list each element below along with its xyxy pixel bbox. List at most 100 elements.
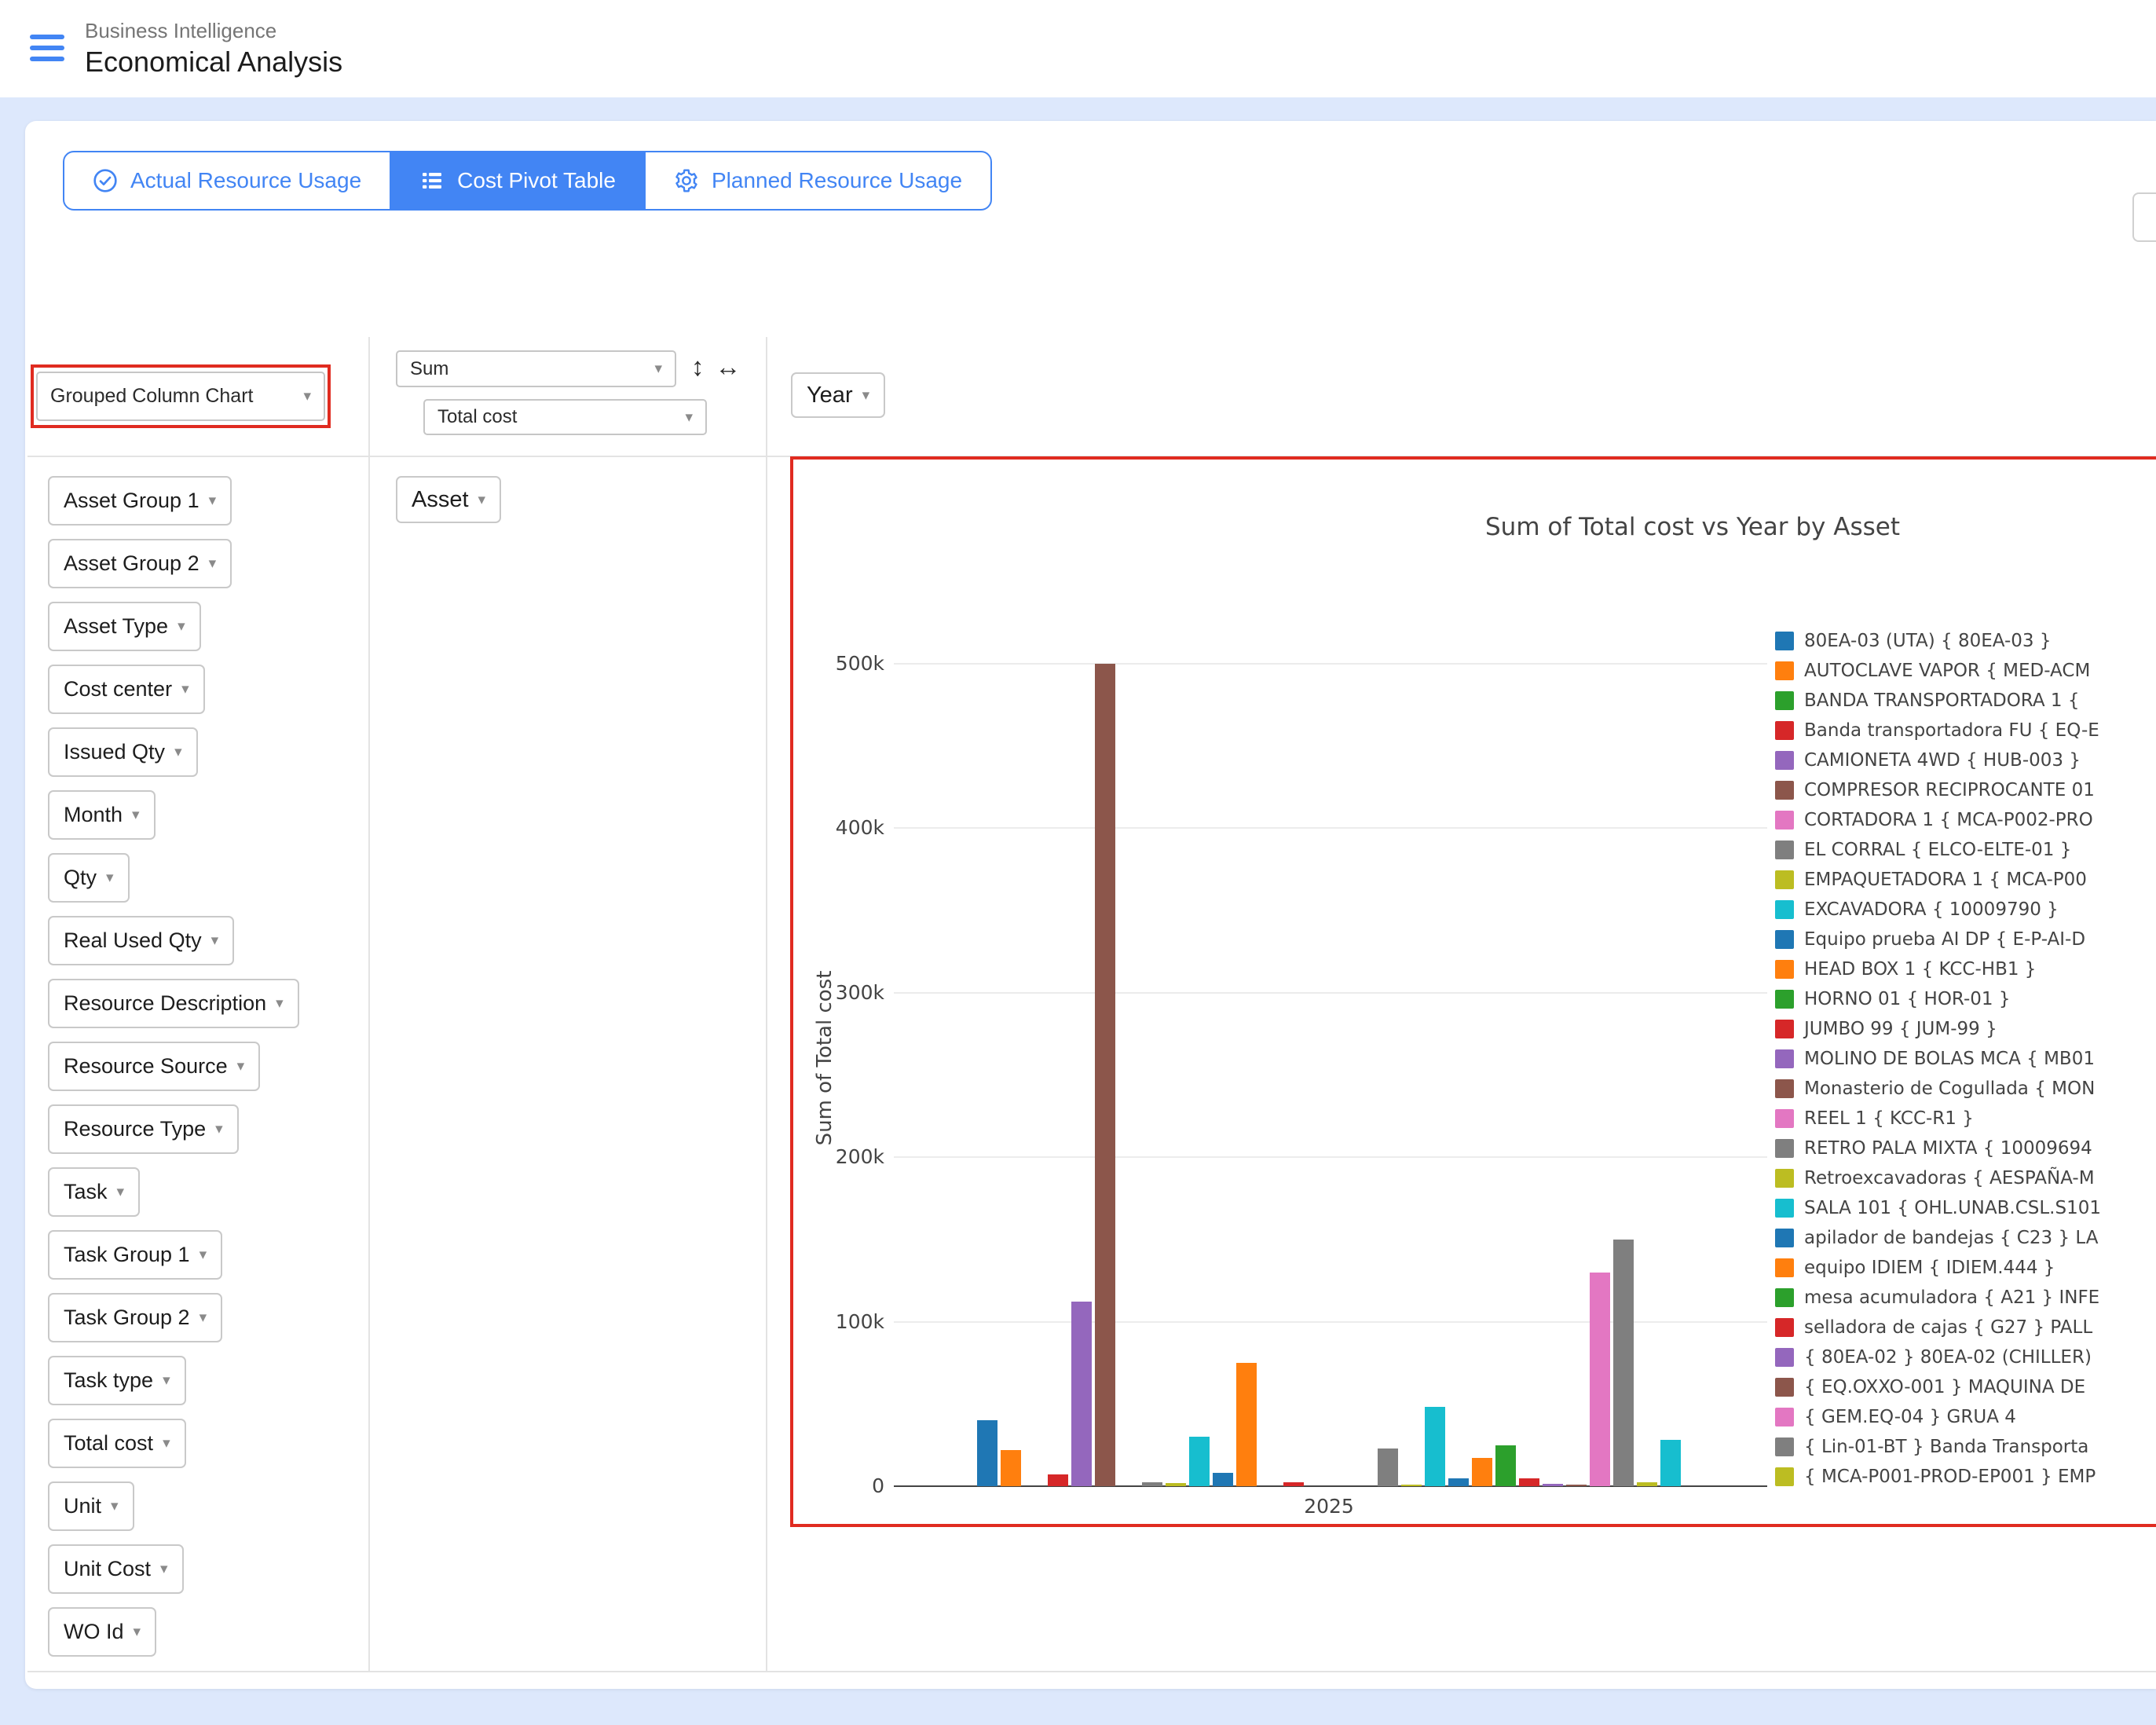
field-chip-resource-source[interactable]: Resource Source▾ (48, 1042, 260, 1091)
bar (1425, 1407, 1445, 1486)
legend-item[interactable]: { GEM.EQ-04 } GRUA 4 (1775, 1402, 2156, 1432)
bar (1637, 1482, 1657, 1486)
legend-item[interactable]: MOLINO DE BOLAS MCA { MB01 (1775, 1044, 2156, 1074)
field-chip-total-cost[interactable]: Total cost▾ (48, 1419, 186, 1468)
field-chip-issued-qty[interactable]: Issued Qty▾ (48, 727, 198, 777)
legend-item[interactable]: Retroexcavadoras { AESPAÑA-M (1775, 1163, 2156, 1193)
field-chip-label: Unit (64, 1494, 101, 1518)
field-chip-asset-group-1[interactable]: Asset Group 1▾ (48, 476, 232, 526)
field-chip-label: Resource Type (64, 1117, 206, 1141)
field-chip-label: WO Id (64, 1620, 124, 1644)
field-chip-resource-description[interactable]: Resource Description▾ (48, 979, 299, 1028)
legend-item[interactable]: CORTADORA 1 { MCA-P002-PRO (1775, 805, 2156, 835)
chart-type-select[interactable]: Grouped Column Chart ▾ (36, 372, 325, 421)
legend-swatch (1775, 990, 1794, 1009)
aggregator-select[interactable]: Sum ▾ (396, 350, 676, 387)
field-chip-cost-center[interactable]: Cost center▾ (48, 665, 205, 714)
legend-item[interactable]: REEL 1 { KCC-R1 } (1775, 1104, 2156, 1134)
legend-item[interactable]: selladora de cajas { G27 } PALL (1775, 1313, 2156, 1342)
chart-title: Sum of Total cost vs Year by Asset (1300, 513, 2085, 541)
legend-item[interactable]: COMPRESOR RECIPROCANTE 01 (1775, 775, 2156, 805)
chevron-down-icon: ▾ (199, 1246, 207, 1264)
collapsed-side-panel[interactable] (2132, 192, 2156, 242)
legend-item[interactable]: { MCA-P001-PROD-EP001 } EMP (1775, 1462, 2156, 1492)
field-chip-task[interactable]: Task▾ (48, 1167, 140, 1217)
legend-label: EMPAQUETADORA 1 { MCA-P00 (1804, 870, 2087, 890)
field-chip-task-type[interactable]: Task type▾ (48, 1356, 186, 1405)
field-chip-qty[interactable]: Qty▾ (48, 853, 130, 903)
field-chip-unit[interactable]: Unit▾ (48, 1481, 134, 1531)
bar (1660, 1440, 1681, 1486)
bar (1095, 664, 1115, 1486)
legend-label: { EQ.OXXO-001 } MAQUINA DE (1804, 1377, 2085, 1397)
legend-swatch (1775, 870, 1794, 889)
tab-cost-pivot-table[interactable]: Cost Pivot Table (390, 151, 646, 211)
chevron-down-icon: ▾ (174, 743, 182, 761)
check-circle-icon (93, 168, 118, 193)
legend-item[interactable]: AUTOCLAVE VAPOR { MED-ACM (1775, 656, 2156, 686)
field-chip-task-group-2[interactable]: Task Group 2▾ (48, 1293, 222, 1342)
zone-chip-label: Year (807, 383, 853, 408)
field-chip-unit-cost[interactable]: Unit Cost▾ (48, 1544, 184, 1594)
bar (1166, 1483, 1186, 1486)
sort-horizontal-icon[interactable]: ↔ (716, 352, 741, 382)
legend-item[interactable]: { 80EA-02 } 80EA-02 (CHILLER) (1775, 1342, 2156, 1372)
tab-planned-resource-usage[interactable]: Planned Resource Usage (644, 151, 992, 211)
legend-swatch (1775, 661, 1794, 680)
row-zone-chip-asset[interactable]: Asset ▾ (396, 476, 501, 523)
chevron-down-icon: ▾ (117, 1183, 125, 1201)
legend-item[interactable]: Equipo prueba AI DP { E-P-AI-D (1775, 925, 2156, 954)
aggregator-field-select[interactable]: Total cost ▾ (423, 399, 707, 435)
legend-label: { MCA-P001-PROD-EP001 } EMP (1804, 1467, 2096, 1487)
legend-label: COMPRESOR RECIPROCANTE 01 (1804, 780, 2095, 800)
bar (1378, 1448, 1398, 1486)
legend-item[interactable]: BANDA TRANSPORTADORA 1 { (1775, 686, 2156, 716)
legend-swatch (1775, 1378, 1794, 1397)
field-chip-asset-group-2[interactable]: Asset Group 2▾ (48, 539, 232, 588)
gridline (894, 1321, 1767, 1323)
field-chip-label: Task Group 1 (64, 1243, 190, 1267)
divider (766, 337, 767, 1672)
legend-item[interactable]: JUMBO 99 { JUM-99 } (1775, 1014, 2156, 1044)
chevron-down-icon: ▾ (209, 492, 217, 510)
menu-icon[interactable] (30, 35, 64, 61)
legend-item[interactable]: mesa acumuladora { A21 } INFE (1775, 1283, 2156, 1313)
legend-swatch (1775, 1348, 1794, 1367)
bar (1472, 1458, 1492, 1486)
legend-item[interactable]: HORNO 01 { HOR-01 } (1775, 984, 2156, 1014)
field-chip-resource-type[interactable]: Resource Type▾ (48, 1104, 239, 1154)
sort-vertical-icon[interactable]: ↕ (691, 352, 705, 382)
legend-item[interactable]: apilador de bandejas { C23 } LA (1775, 1223, 2156, 1253)
legend-item[interactable]: equipo IDIEM { IDIEM.444 } (1775, 1253, 2156, 1283)
legend-item[interactable]: Monasterio de Cogullada { MON (1775, 1074, 2156, 1104)
legend-label: AUTOCLAVE VAPOR { MED-ACM (1804, 661, 2090, 681)
legend-item[interactable]: CAMIONETA 4WD { HUB-003 } (1775, 745, 2156, 775)
legend-item[interactable]: HEAD BOX 1 { KCC-HB1 } (1775, 954, 2156, 984)
field-chip-wo-id[interactable]: WO Id▾ (48, 1607, 156, 1657)
bar (1401, 1485, 1422, 1486)
legend-label: EXCAVADORA { 10009790 } (1804, 899, 2059, 920)
legend-item[interactable]: EXCAVADORA { 10009790 } (1775, 895, 2156, 925)
legend-item[interactable]: 80EA-03 (UTA) { 80EA-03 } (1775, 626, 2156, 656)
legend-item[interactable]: { Lin-01-BT } Banda Transporta (1775, 1432, 2156, 1462)
legend-label: REEL 1 { KCC-R1 } (1804, 1108, 1974, 1129)
gear-icon (674, 168, 699, 193)
field-chip-label: Asset Group 2 (64, 551, 199, 576)
field-chip-asset-type[interactable]: Asset Type▾ (48, 602, 201, 651)
tab-actual-resource-usage[interactable]: Actual Resource Usage (63, 151, 391, 211)
legend-item[interactable]: RETRO PALA MIXTA { 10009694 (1775, 1134, 2156, 1163)
legend-swatch (1775, 1258, 1794, 1277)
legend-label: RETRO PALA MIXTA { 10009694 (1804, 1138, 2092, 1159)
y-tick-label: 200k (790, 1145, 884, 1168)
legend-item[interactable]: { EQ.OXXO-001 } MAQUINA DE (1775, 1372, 2156, 1402)
field-chip-real-used-qty[interactable]: Real Used Qty▾ (48, 916, 234, 965)
legend-item[interactable]: EMPAQUETADORA 1 { MCA-P00 (1775, 865, 2156, 895)
legend-swatch (1775, 1229, 1794, 1247)
field-chip-month[interactable]: Month▾ (48, 790, 156, 840)
field-chip-task-group-1[interactable]: Task Group 1 ▾ (48, 1230, 222, 1280)
column-zone-chip-year[interactable]: Year ▾ (791, 372, 885, 418)
legend-label: MOLINO DE BOLAS MCA { MB01 (1804, 1049, 2095, 1069)
legend-item[interactable]: EL CORRAL { ELCO-ELTE-01 } (1775, 835, 2156, 865)
legend-item[interactable]: SALA 101 { OHL.UNAB.CSL.S101 (1775, 1193, 2156, 1223)
legend-item[interactable]: Banda transportadora FU { EQ-E (1775, 716, 2156, 745)
